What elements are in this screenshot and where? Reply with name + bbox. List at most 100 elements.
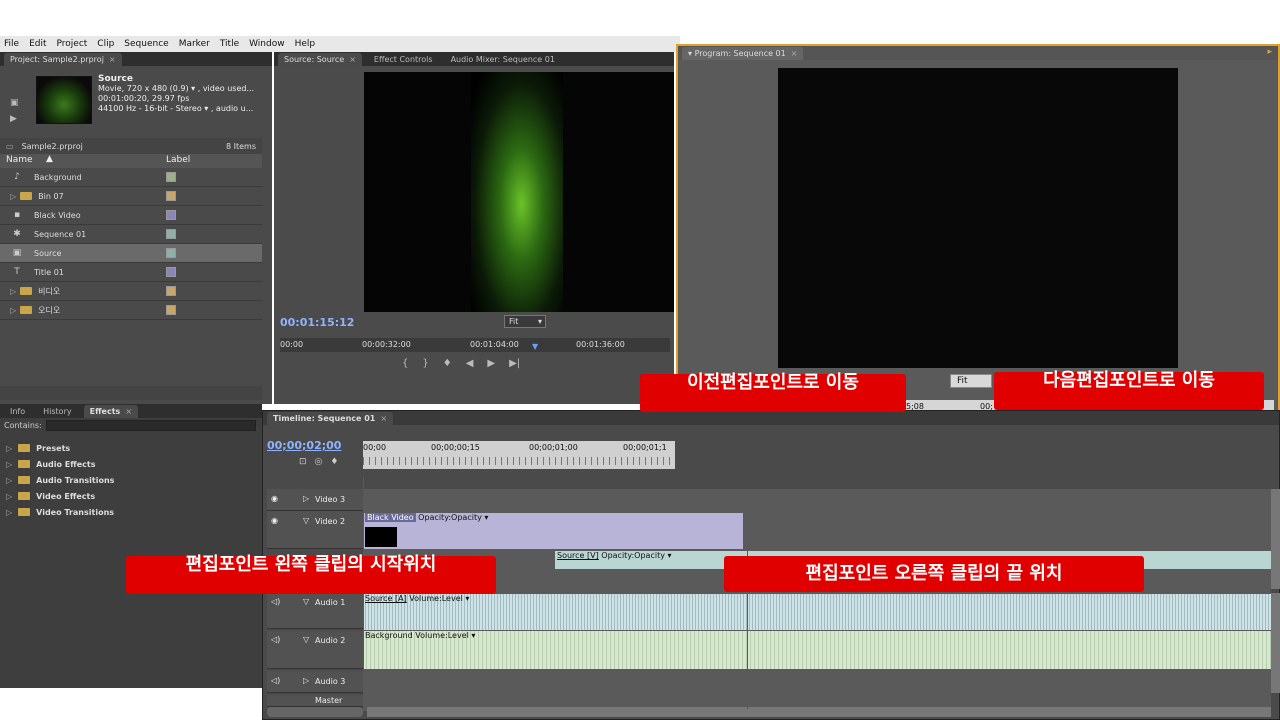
expand-icon[interactable]: ▷ [6, 460, 12, 469]
step-forward-icon[interactable]: ▶| [509, 358, 520, 369]
video-scrollbar[interactable] [1271, 489, 1280, 589]
speaker-icon[interactable]: ◁) [271, 676, 280, 685]
tab-project[interactable]: Project: Sample2.prproj × [4, 52, 122, 66]
clip-name: Source [98, 74, 133, 84]
close-icon[interactable]: × [109, 55, 116, 64]
clip-fx-label[interactable]: Opacity:Opacity ▾ [418, 513, 488, 522]
zoom-slider[interactable] [267, 707, 363, 717]
tab-history[interactable]: History [37, 405, 77, 418]
col-name[interactable]: Name [6, 155, 33, 165]
mark-in-icon[interactable]: { [402, 358, 408, 369]
list-item[interactable]: ▣ Source [0, 244, 262, 263]
tab-source[interactable]: Source: Source × [278, 52, 362, 66]
marker-icon[interactable]: ♦ [443, 358, 452, 369]
menu-marker[interactable]: Marker [179, 39, 210, 49]
program-fit-select[interactable]: Fit [950, 374, 992, 388]
timeline-scrollbar[interactable] [367, 707, 1271, 717]
expand-icon[interactable]: ▷ [6, 476, 12, 485]
mark-out-icon[interactable]: } [422, 358, 428, 369]
expand-icon[interactable]: ▷ [303, 676, 309, 685]
tab-audio-mixer[interactable]: Audio Mixer: Sequence 01 [445, 53, 561, 66]
menu-help[interactable]: Help [295, 39, 316, 49]
expand-icon[interactable]: ▷ [6, 444, 12, 453]
panel-menu-icon[interactable]: ▸ [1267, 47, 1272, 57]
menu-title[interactable]: Title [220, 39, 239, 49]
expand-icon[interactable]: ▷ [303, 494, 309, 503]
sort-icon[interactable]: ▲ [46, 154, 53, 164]
source-fit-select[interactable]: Fit ▾ [504, 315, 546, 328]
menu-project[interactable]: Project [57, 39, 88, 49]
playhead-marker-icon[interactable]: ▼ [532, 342, 538, 351]
list-item[interactable]: ▷ 오디오 [0, 301, 262, 320]
ruler-tick: 00;00;01;00 [529, 443, 578, 452]
play-icon[interactable]: ▶ [10, 114, 17, 124]
clip-source-audio[interactable]: Source [A] Volume:Level ▾ [363, 594, 503, 606]
label-swatch [166, 286, 176, 296]
menu-file[interactable]: File [4, 39, 19, 49]
clip-fx-label[interactable]: Volume:Level ▾ [415, 631, 475, 640]
close-icon[interactable]: × [380, 414, 387, 423]
menu-sequence[interactable]: Sequence [124, 39, 168, 49]
close-icon[interactable]: × [349, 55, 356, 64]
clip-background-audio[interactable]: Background Volume:Level ▾ [363, 631, 503, 643]
clip-black-video[interactable]: Black Video Opacity:Opacity ▾ [363, 513, 743, 549]
timeline-ruler[interactable]: 00;00 00;00;00;15 00;00;01;00 00;00;01;1 [363, 441, 675, 469]
list-item-name: Bin 07 [38, 191, 64, 201]
snap-icon[interactable]: ⊡ [299, 457, 307, 467]
expand-icon[interactable]: ▷ [10, 192, 16, 201]
source-fit-label: Fit [509, 317, 519, 326]
list-item[interactable]: T Title 01 [0, 263, 262, 282]
speaker-icon[interactable]: ◁) [271, 635, 280, 644]
list-item[interactable]: ▷ 비디오 [0, 282, 262, 301]
expand-icon[interactable]: ▷ [6, 492, 12, 501]
eye-icon[interactable]: ◉ [271, 516, 278, 525]
tab-program[interactable]: ▾ Program: Sequence 01 × [682, 46, 804, 60]
audio-scrollbar[interactable] [1271, 593, 1280, 693]
close-icon[interactable]: × [125, 407, 132, 416]
clip-fx-label[interactable]: Opacity:Opacity ▾ [601, 551, 671, 560]
col-label[interactable]: Label [166, 155, 190, 165]
expand-icon[interactable]: ▷ [10, 306, 16, 315]
set-marker-icon[interactable]: ◎ [315, 457, 323, 467]
expand-icon[interactable]: ▷ [6, 508, 12, 517]
timeline-timecode[interactable]: 00;00;02;00 [267, 439, 341, 452]
play-icon[interactable]: ▶ [487, 358, 495, 369]
tab-timeline[interactable]: Timeline: Sequence 01 × [267, 411, 394, 425]
source-timecode[interactable]: 00:01:15:12 [280, 316, 354, 329]
list-item[interactable]: ▷ Bin 07 [0, 187, 262, 206]
tab-effect-controls[interactable]: Effect Controls [368, 53, 439, 66]
keyframe-icon[interactable]: ♦ [330, 457, 338, 467]
effects-folder[interactable]: ▷ Audio Effects [0, 456, 262, 472]
effects-folder[interactable]: ▷ Video Effects [0, 488, 262, 504]
menu-window[interactable]: Window [249, 39, 285, 49]
playhead-edit-point[interactable] [747, 489, 748, 709]
collapse-icon[interactable]: ▽ [303, 635, 309, 644]
eye-icon[interactable]: ◉ [271, 494, 278, 503]
tab-info[interactable]: Info [4, 405, 31, 418]
menu-clip[interactable]: Clip [97, 39, 114, 49]
effects-search-input[interactable] [45, 419, 256, 431]
collapse-icon[interactable]: ▽ [303, 597, 309, 606]
effects-folder[interactable]: ▷ Video Transitions [0, 504, 262, 520]
source-ruler[interactable]: 00:00 00:00:32:00 00:01:04:00 00:01:36:0… [280, 338, 670, 352]
step-back-icon[interactable]: ◀ [466, 358, 474, 369]
effects-folder[interactable]: ▷ Audio Transitions [0, 472, 262, 488]
list-item[interactable]: ✱ Sequence 01 [0, 225, 262, 244]
track-label: Video 3 [315, 495, 346, 504]
expand-icon[interactable]: ▷ [10, 287, 16, 296]
list-item[interactable]: ♪ Background [0, 168, 262, 187]
clip-fx-label[interactable]: Volume:Level ▾ [409, 594, 469, 603]
close-icon[interactable]: × [791, 49, 798, 58]
speaker-icon[interactable]: ◁) [271, 597, 280, 606]
menu-edit[interactable]: Edit [29, 39, 46, 49]
folder-icon [18, 508, 31, 516]
effects-tabbar: Info History Effects × [0, 404, 262, 418]
clip-line1: Movie, 720 x 480 (0.9) ▾ , video used... [98, 84, 255, 93]
tab-effects-label: Effects [89, 406, 121, 416]
collapse-icon[interactable]: ▽ [303, 516, 309, 525]
tab-effects[interactable]: Effects × [83, 404, 139, 418]
clip-thumbnail [365, 527, 397, 547]
effects-folder[interactable]: ▷ Presets [0, 440, 262, 456]
list-item[interactable]: ▪ Black Video [0, 206, 262, 225]
ruler-tick: 00;00;00;15 [431, 443, 480, 452]
